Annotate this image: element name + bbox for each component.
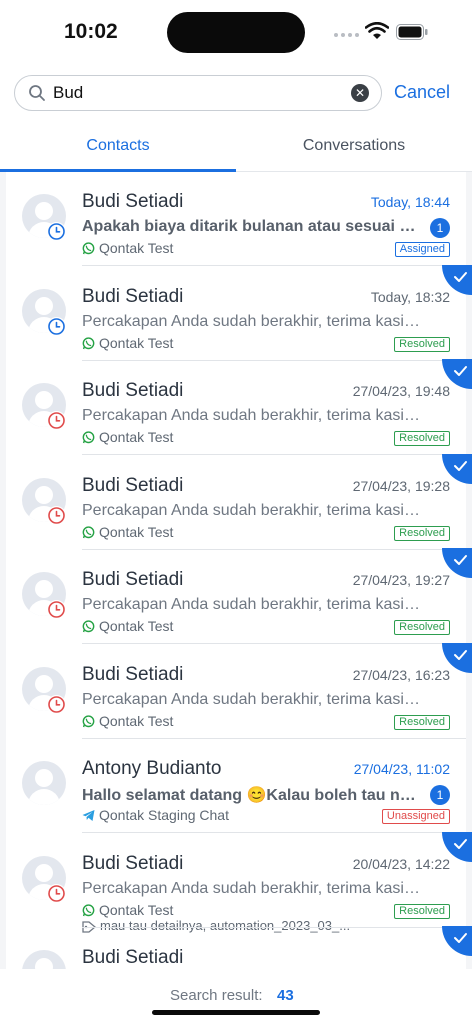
search-input[interactable] (53, 81, 353, 105)
timestamp: 27/04/23, 19:28 (352, 477, 450, 494)
footer: Search result: 43 (0, 969, 472, 1024)
contact-name: Budi Setiadi (82, 191, 184, 212)
timestamp: 27/04/23, 11:02 (353, 761, 450, 777)
contact-name: Budi Setiadi (82, 380, 184, 401)
whatsapp-icon (82, 336, 95, 349)
status-badge: Resolved (394, 336, 450, 352)
status-time: 10:02 (64, 20, 118, 43)
list-item[interactable]: Antony Budianto 27/04/23, 11:02 Hallo sela… (6, 739, 466, 833)
channel-name: Qontak Test (99, 240, 174, 256)
clock-icon (47, 600, 66, 619)
unread-count-badge: 1 (430, 785, 450, 805)
clear-search-icon[interactable]: ✕ (351, 84, 369, 102)
timestamp: Today, 18:44 (370, 194, 450, 210)
status-bar: 10:02 (0, 0, 472, 58)
clock-icon (47, 883, 66, 903)
list-item[interactable]: Budi Setiadi 27/04/23, 19:28 Percakapan An… (6, 453, 472, 550)
clock-icon (47, 694, 66, 714)
list-item[interactable]: Budi Setiadi Today, 18:32 Percakapan Anda … (6, 264, 472, 361)
timestamp: 27/04/23, 19:48 (352, 383, 450, 399)
checkmark-icon (442, 359, 472, 389)
search-icon (29, 85, 45, 101)
status-badge: Resolved (394, 903, 450, 919)
channel-name: Qontak Test (99, 618, 174, 634)
status-badge: Assigned (394, 242, 450, 257)
channel-name: Qontak Staging Chat (99, 807, 229, 823)
message-preview: Percakapan Anda sudah berakhir, terima k… (82, 596, 422, 613)
channel-name: Qontak Test (99, 901, 174, 918)
checkmark-icon (442, 548, 472, 578)
timestamp: 27/04/23, 16:23 (352, 666, 450, 683)
avatar (22, 761, 66, 805)
home-indicator (152, 1010, 320, 1015)
list-item[interactable]: Budi Setiadi (6, 926, 472, 969)
tab-bar: Contacts Conversations (0, 124, 472, 172)
whatsapp-icon (82, 431, 95, 444)
clock-icon (47, 222, 66, 241)
tab-conversations[interactable]: Conversations (236, 137, 472, 155)
channel-name: Qontak Test (99, 523, 174, 540)
search-result-count: 43 (277, 987, 294, 1004)
status-badge: Resolved (394, 620, 450, 635)
search-result-label: Search result: (170, 987, 263, 1004)
list-item[interactable]: Budi Setiadi 20/04/23, 14:22 Percakapan An… (6, 831, 472, 933)
list-item[interactable]: Budi Setiadi Today, 18:44 Apakah biaya dit… (6, 172, 466, 266)
message-preview: Percakapan Anda sudah berakhir, terima k… (82, 501, 422, 519)
whatsapp-icon (82, 620, 95, 633)
timestamp: 27/04/23, 19:27 (352, 572, 450, 588)
contact-name: Budi Setiadi (82, 947, 184, 968)
contact-name: Budi Setiadi (82, 474, 184, 496)
status-badge: Resolved (394, 525, 450, 541)
whatsapp-icon (82, 903, 95, 916)
whatsapp-icon (82, 714, 95, 727)
telegram-icon (82, 810, 95, 821)
wifi-icon (365, 22, 389, 39)
checkmark-icon (442, 642, 472, 673)
search-bar[interactable]: ✕ (14, 75, 382, 111)
channel-name: Qontak Test (99, 712, 174, 729)
list-item[interactable]: Budi Setiadi 27/04/23, 19:27 Percakapan An… (6, 548, 472, 644)
message-preview: Percakapan Anda sudah berakhir, terima k… (82, 879, 422, 897)
list-item[interactable]: Budi Setiadi 27/04/23, 16:23 Percakapan An… (6, 642, 472, 739)
message-preview: Percakapan Anda sudah berakhir, terima k… (82, 312, 422, 330)
message-preview: Percakapan Anda sudah berakhir, terima k… (82, 690, 422, 708)
checkmark-icon (442, 831, 472, 862)
tab-contacts[interactable]: Contacts (0, 137, 236, 155)
clock-icon (47, 505, 66, 525)
checkmark-icon (442, 264, 472, 295)
clock-icon (47, 411, 66, 430)
message-preview: Hallo selamat datang 😊Kalau boleh tau na… (82, 787, 418, 804)
contact-name: Budi Setiadi (82, 569, 184, 590)
timestamp: 20/04/23, 14:22 (352, 855, 450, 872)
dynamic-island (167, 12, 305, 53)
list-item[interactable]: Budi Setiadi 27/04/23, 19:48 Percakapan An… (6, 359, 472, 455)
contact-name: Budi Setiadi (82, 852, 184, 874)
avatar (22, 950, 66, 969)
unread-count-badge: 1 (430, 218, 450, 238)
cancel-button[interactable]: Cancel (394, 82, 450, 103)
status-badge: Resolved (394, 431, 450, 446)
contact-name: Budi Setiadi (82, 663, 184, 685)
cellular-signal-icon (334, 33, 359, 37)
timestamp: Today, 18:32 (370, 288, 450, 305)
results-list-card: Budi Setiadi Today, 18:44 Apakah biaya dit… (6, 172, 472, 969)
status-badge: Resolved (394, 714, 450, 730)
contact-name: Budi Setiadi (82, 285, 184, 307)
contact-name: Antony Budianto (82, 758, 222, 779)
whatsapp-icon (82, 525, 95, 538)
checkmark-icon (442, 926, 472, 956)
battery-icon (396, 24, 428, 40)
checkmark-icon (442, 453, 472, 484)
status-badge: Unassigned (381, 809, 450, 824)
channel-name: Qontak Test (99, 429, 174, 445)
results-list[interactable]: Budi Setiadi Today, 18:44 Apakah biaya dit… (0, 172, 472, 969)
channel-name: Qontak Test (99, 334, 174, 351)
message-preview: Percakapan Anda sudah berakhir, terima k… (82, 407, 422, 424)
clock-icon (47, 316, 66, 336)
message-preview: Apakah biaya ditarik bulanan atau sesuai… (82, 218, 418, 235)
whatsapp-icon (82, 242, 95, 255)
